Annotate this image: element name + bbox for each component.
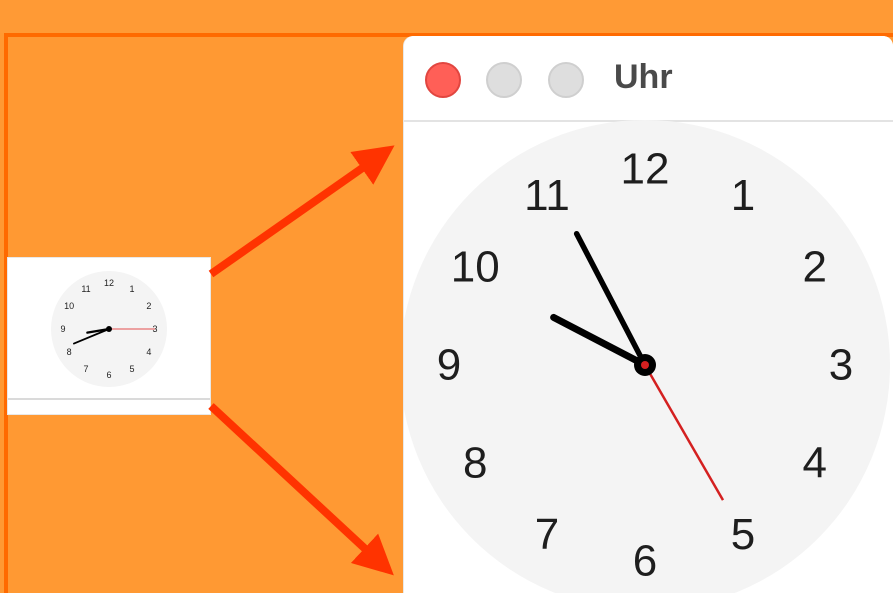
analog-clock: 121234567891011: [404, 120, 890, 593]
clock-numeral-7: 7: [535, 510, 559, 559]
clock-numeral-3: 3: [829, 341, 853, 390]
clock-numeral-6: 6: [633, 537, 657, 586]
lower-zoom-arrow: [208, 403, 394, 576]
clock-numeral-10: 10: [451, 243, 500, 292]
clock-numeral-11: 11: [524, 171, 570, 220]
clock-numeral-5: 5: [731, 510, 755, 559]
clock-numeral-2: 2: [802, 243, 826, 292]
clock-numeral-12: 12: [621, 145, 670, 194]
center-pin-dot: [641, 361, 649, 369]
clock-numeral-1: 1: [731, 171, 755, 220]
upper-zoom-arrow: [208, 145, 395, 278]
clock-window[interactable]: Uhr 12 1 2 3 4 5 6 7 8 9 10 11: [404, 36, 893, 593]
clock-numeral-8: 8: [463, 439, 487, 488]
clock-numeral-9: 9: [437, 341, 461, 390]
clock-numeral-4: 4: [802, 439, 826, 488]
